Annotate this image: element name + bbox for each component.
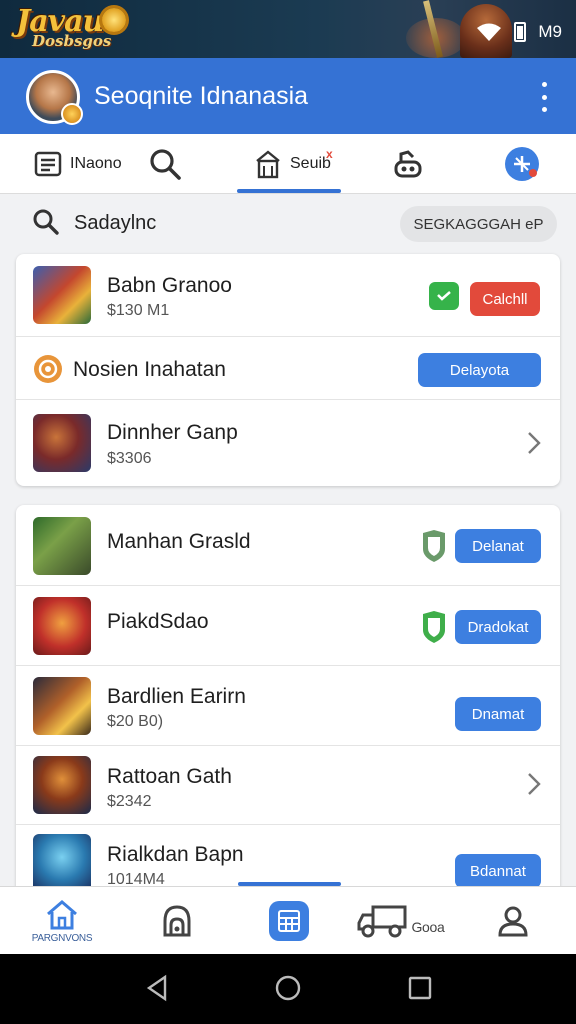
system-nav-bar xyxy=(0,954,576,1024)
logo-line2: Dosbsgos xyxy=(32,32,112,50)
game-card-group-1: Babn Granoo $130 M1 Calchll Nosien Inaha… xyxy=(16,254,560,486)
tab-compass[interactable] xyxy=(504,134,540,194)
item-title: Dinnher Ganp xyxy=(107,421,238,444)
truck-icon xyxy=(357,905,407,938)
tab-robot[interactable] xyxy=(392,134,424,194)
item-title: Rattoan Gath xyxy=(107,765,232,788)
delay-button[interactable]: Delayota xyxy=(418,353,541,387)
back-icon[interactable] xyxy=(144,974,172,1002)
game-thumbnail xyxy=(33,756,91,814)
status-icons: M9 xyxy=(476,22,562,42)
collect-button[interactable]: Calchll xyxy=(470,282,540,316)
search-row: Sadaylnc SEGKAGGGAH eP xyxy=(0,194,576,252)
chevron-right-icon[interactable] xyxy=(526,431,542,455)
nav-profile[interactable] xyxy=(486,887,540,955)
tab-bar: INaono Seuib xyxy=(0,134,576,194)
item-subtitle: $20 B0) xyxy=(107,713,164,730)
game-card-group-2: Manhan Grasld Delanat PiakdSdao Dradokat… xyxy=(16,505,560,900)
search-icon[interactable] xyxy=(32,208,60,236)
coin-icon xyxy=(34,355,62,383)
item-title: Manhan Grasld xyxy=(107,530,251,553)
search-icon xyxy=(150,149,181,180)
list-item[interactable]: PiakdSdao Dradokat xyxy=(16,586,560,666)
chevron-right-icon[interactable] xyxy=(526,772,542,796)
shield-icon xyxy=(423,530,445,562)
avatar[interactable] xyxy=(26,70,83,125)
nav-delivery-label: Gooa xyxy=(411,919,445,935)
page-title: Seoqnite Idnanasia xyxy=(94,82,309,110)
lock-icon xyxy=(163,905,191,937)
search-input[interactable]: Sadaylnc xyxy=(74,212,156,235)
compass-icon xyxy=(505,147,539,181)
list-item[interactable]: Nosien Inahatan Delayota xyxy=(16,337,560,400)
status-bar: Javaua Dosbsgos M9 xyxy=(0,0,576,58)
list-icon xyxy=(34,151,62,177)
nav-home-label: PARGNVONS xyxy=(31,932,93,944)
nav-lock[interactable] xyxy=(150,887,204,955)
home-icon xyxy=(47,899,77,929)
shield-icon xyxy=(423,611,445,643)
item-title: Babn Granoo xyxy=(107,274,232,297)
nav-home[interactable]: PARGNVONS xyxy=(28,887,96,955)
app-bar: Seoqnite Idnanasia xyxy=(0,58,576,134)
more-vert-icon[interactable] xyxy=(534,82,554,112)
home-circle-icon[interactable] xyxy=(274,974,302,1002)
tab-search[interactable] xyxy=(148,134,182,194)
download-button[interactable]: Dnamat xyxy=(455,697,541,731)
check-icon[interactable] xyxy=(429,282,459,310)
download-button[interactable]: Bdannat xyxy=(455,854,541,888)
tab-list[interactable]: INaono xyxy=(34,134,122,194)
active-tab-indicator xyxy=(237,189,341,193)
store-badge: x xyxy=(326,147,333,161)
game-thumbnail xyxy=(33,414,91,472)
recents-icon[interactable] xyxy=(406,974,434,1002)
search-filter-button[interactable]: SEGKAGGGAH eP xyxy=(400,206,557,242)
download-button[interactable]: Dradokat xyxy=(455,610,541,644)
store-icon xyxy=(256,150,280,179)
nav-grid[interactable] xyxy=(262,887,316,955)
item-title: Nosien Inahatan xyxy=(73,358,226,381)
list-item[interactable]: Manhan Grasld Delanat xyxy=(16,505,560,586)
battery-icon xyxy=(514,22,527,42)
status-time: M9 xyxy=(538,22,562,41)
grid-icon xyxy=(269,901,309,941)
tab-store-label: Seuib xyxy=(290,155,331,172)
wifi-icon xyxy=(477,23,502,41)
tab-store[interactable]: Seuib xyxy=(254,134,331,194)
item-subtitle: $130 M1 xyxy=(107,302,170,319)
robot-icon xyxy=(394,150,422,178)
list-item[interactable]: Babn Granoo $130 M1 Calchll xyxy=(16,254,560,337)
game-thumbnail xyxy=(33,597,91,655)
download-button[interactable]: Delanat xyxy=(455,529,541,563)
bottom-nav: PARGNVONS Gooa xyxy=(0,886,576,954)
avatar-badge-icon xyxy=(61,103,83,125)
game-logo: Javaua Dosbsgos xyxy=(14,4,126,52)
item-title: PiakdSdao xyxy=(107,610,209,633)
item-subtitle: $2342 xyxy=(107,793,152,810)
game-thumbnail xyxy=(33,266,91,324)
nav-delivery[interactable]: Gooa xyxy=(356,887,446,955)
item-title: Bardlien Earirn xyxy=(107,685,246,708)
game-thumbnail xyxy=(33,677,91,735)
list-item[interactable]: Bardlien Earirn $20 B0) Dnamat xyxy=(16,666,560,746)
list-item[interactable]: Rattoan Gath $2342 xyxy=(16,746,560,825)
game-thumbnail xyxy=(33,517,91,575)
item-subtitle: $3306 xyxy=(107,450,152,467)
person-icon xyxy=(498,906,528,937)
item-title: Rialkdan Bapn xyxy=(107,843,244,866)
game-thumbnail xyxy=(33,834,91,892)
list-item[interactable]: Dinnher Ganp $3306 xyxy=(16,400,560,486)
tab-list-label: INaono xyxy=(70,155,122,172)
sun-emblem-icon xyxy=(102,8,126,32)
